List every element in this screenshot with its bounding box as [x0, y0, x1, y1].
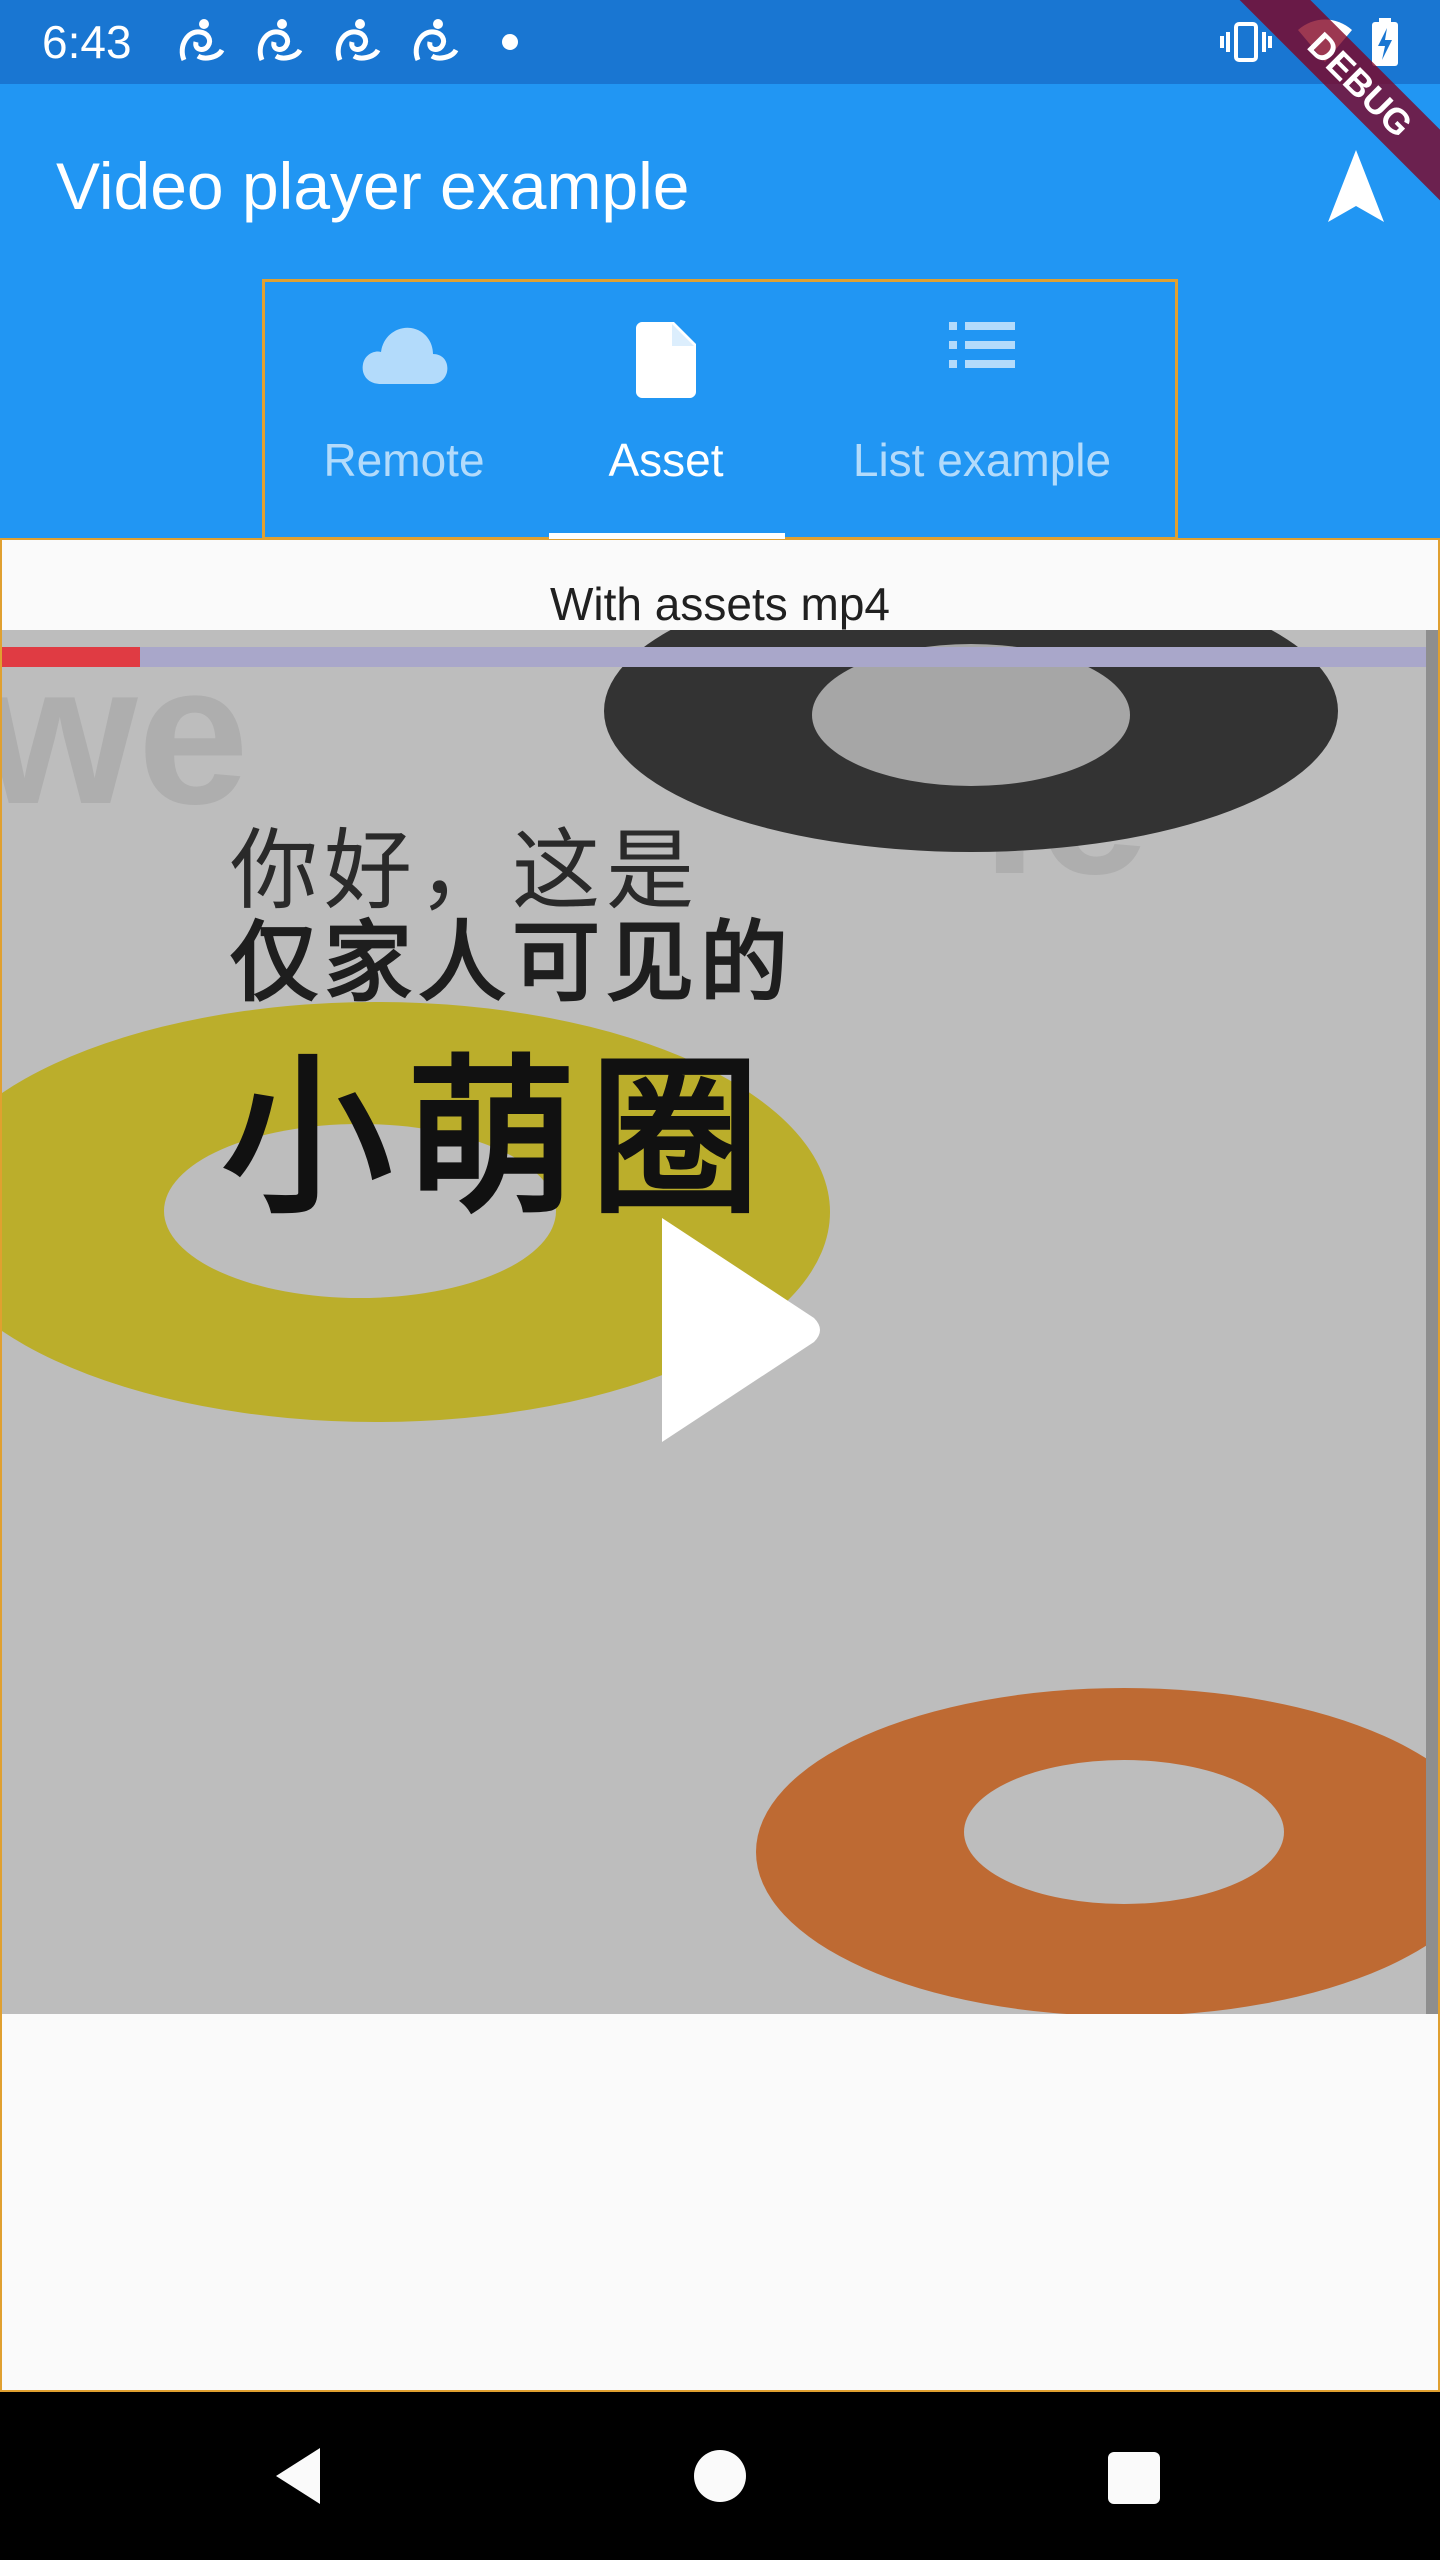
tab-list-example[interactable]: List example — [789, 282, 1175, 540]
play-icon[interactable] — [654, 1218, 838, 1442]
cloud-icon — [362, 327, 448, 384]
back-icon[interactable] — [268, 2444, 328, 2508]
file-icon — [636, 322, 696, 398]
video-text-line3: 小萌圈 — [222, 1040, 775, 1238]
tab-indicator — [549, 533, 785, 539]
status-time: 6:43 — [42, 16, 132, 68]
tab-remote-label: Remote — [323, 434, 485, 486]
home-icon[interactable] — [694, 2450, 746, 2502]
video-player[interactable]: we le 你好，这是 仅家人可见的 小萌圈 — [2, 630, 1426, 2014]
uc-browser-icon — [413, 19, 459, 61]
list-icon — [949, 322, 1015, 368]
tab-asset-label: Asset — [608, 434, 724, 486]
video-caption: With assets mp4 — [550, 578, 890, 630]
more-notifications-icon — [502, 34, 518, 50]
page-title: Video player example — [56, 149, 690, 223]
video-ring-orange-hole — [964, 1760, 1284, 1904]
debug-banner: DEBUG — [1190, 0, 1440, 250]
tab-list-example-label: List example — [852, 434, 1112, 486]
uc-browser-icon — [335, 19, 381, 61]
system-nav-bar — [0, 2392, 1440, 2560]
recents-icon[interactable] — [1108, 2452, 1160, 2504]
video-edge — [1426, 630, 1438, 2014]
debug-banner-label: DEBUG — [1193, 0, 1440, 250]
video-progress-track[interactable] — [2, 647, 1426, 667]
uc-browser-icon — [179, 19, 225, 61]
tab-bar: Remote Asset List example — [262, 279, 1178, 540]
uc-browser-icon — [257, 19, 303, 61]
video-progress-fill — [2, 647, 141, 667]
tab-asset[interactable]: Asset — [543, 282, 789, 540]
tab-remote[interactable]: Remote — [265, 282, 543, 540]
